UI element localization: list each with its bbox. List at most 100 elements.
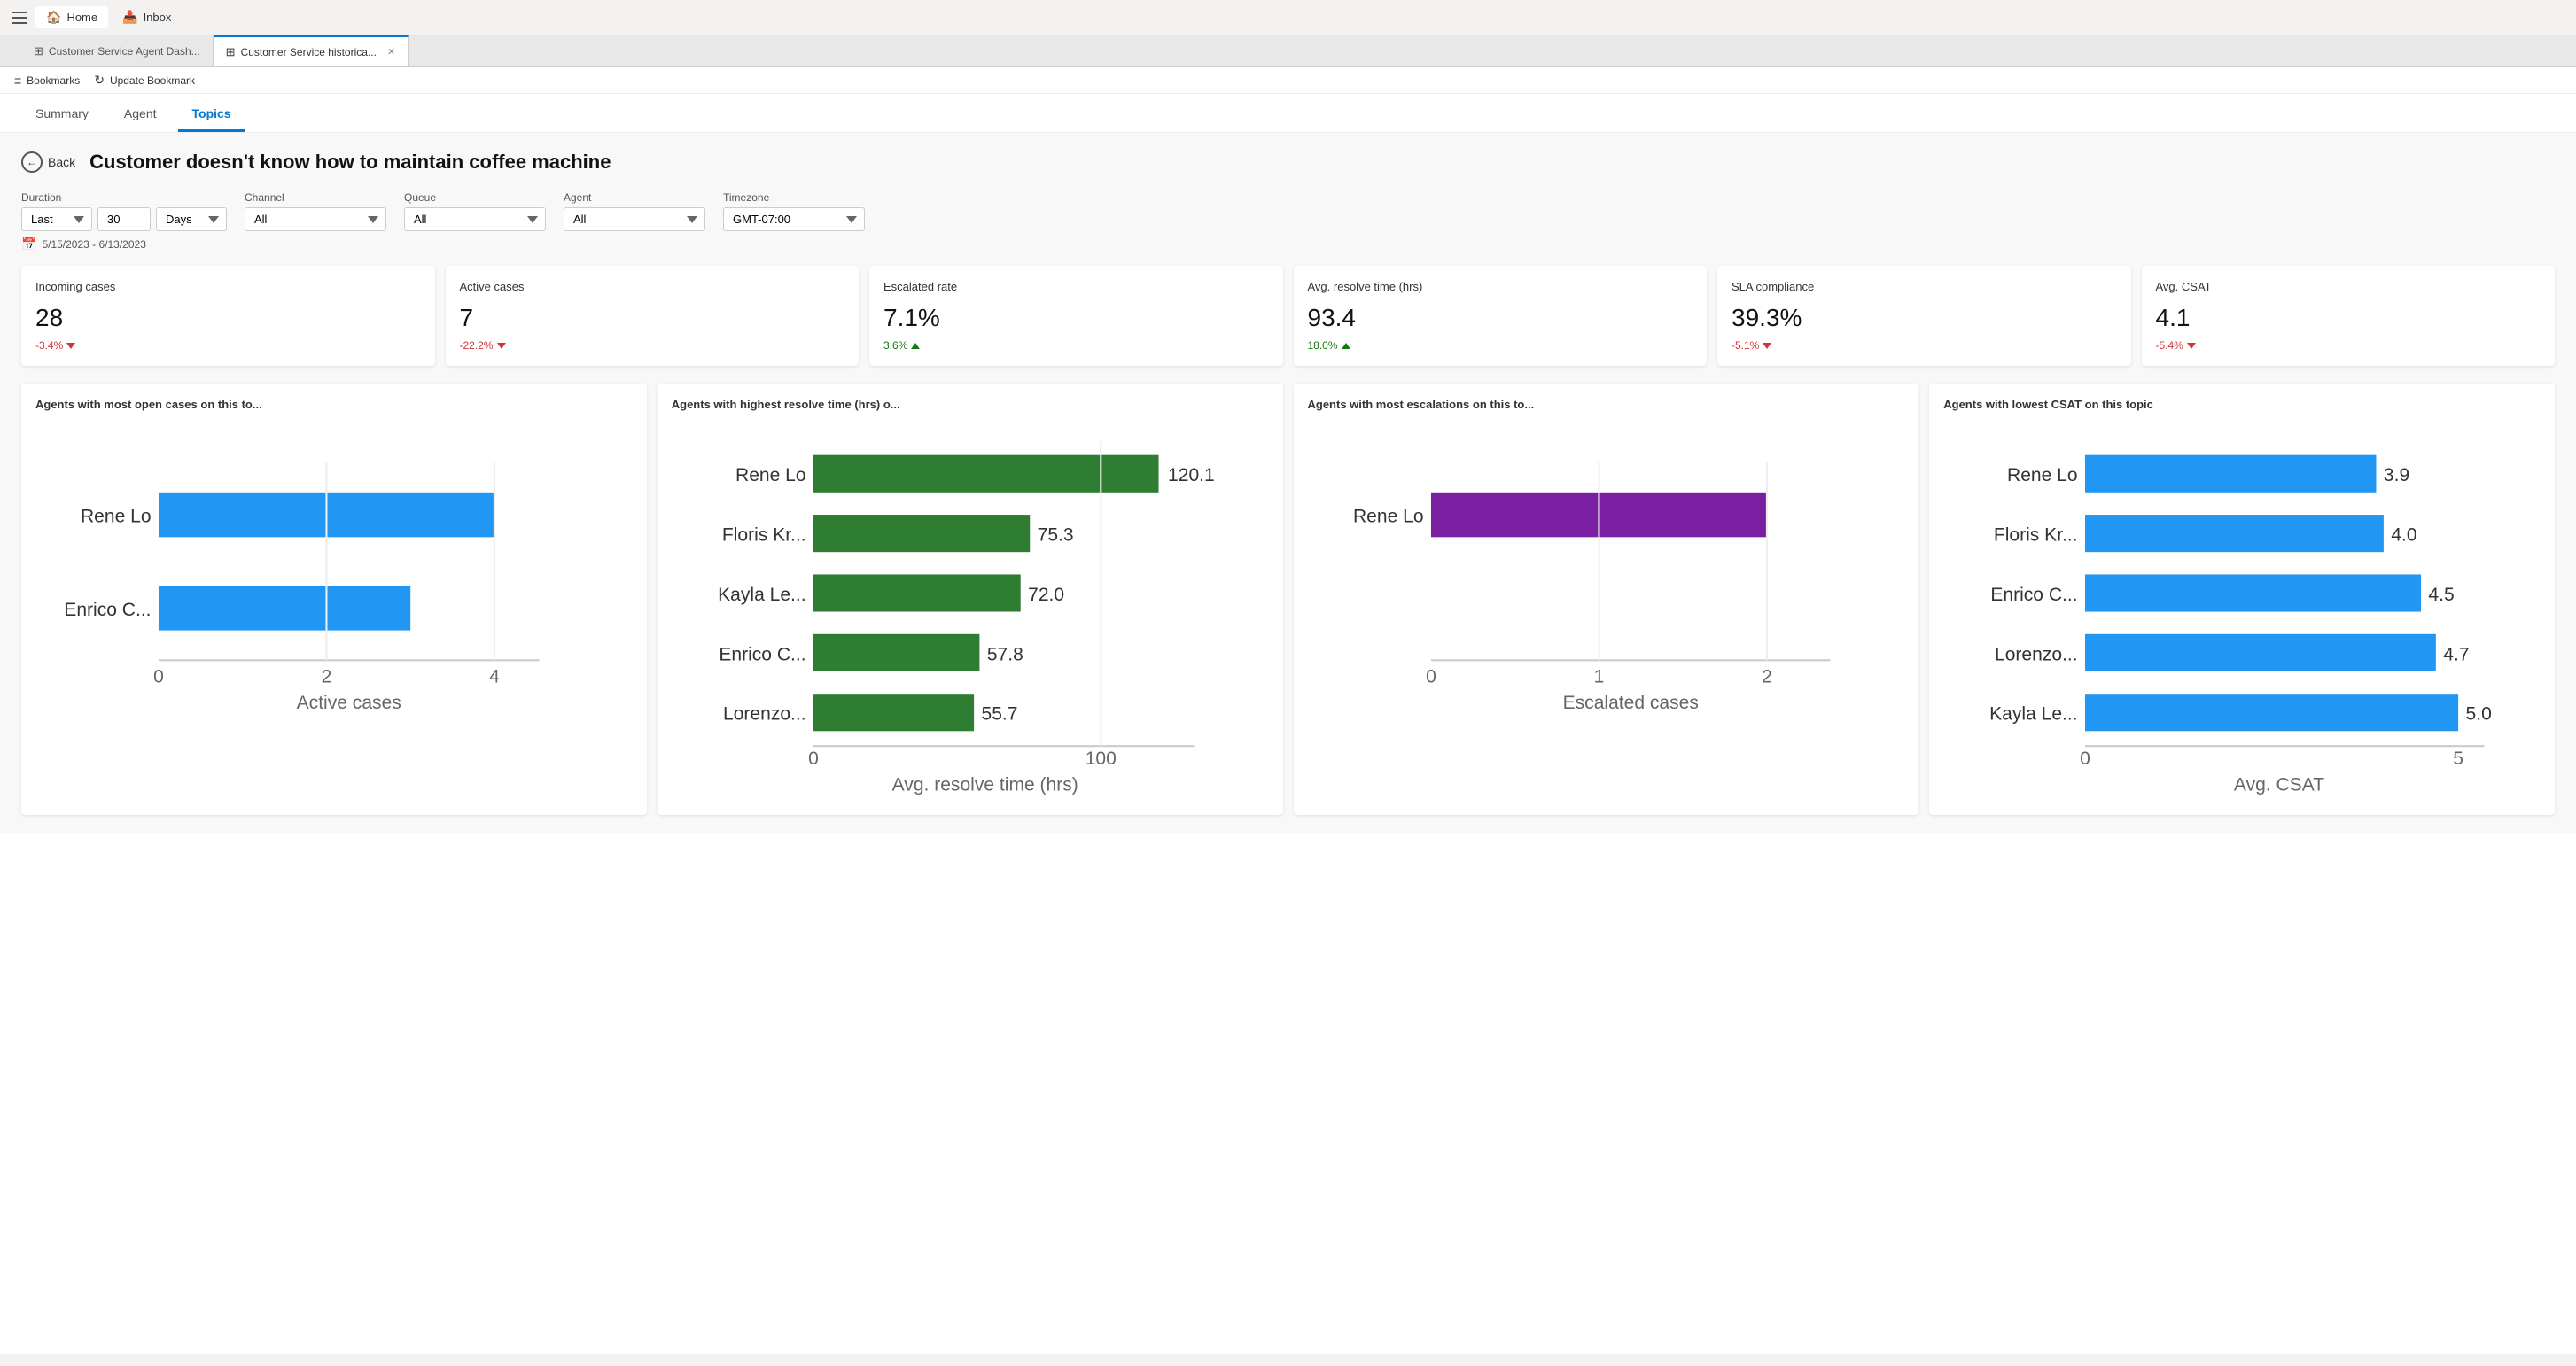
bar-label-3-1: Floris Kr... — [1994, 525, 2078, 546]
hamburger-menu[interactable] — [7, 5, 32, 30]
x-axis-title-1: Avg. resolve time (hrs) — [891, 775, 1078, 796]
tab-agent[interactable]: Agent — [110, 94, 171, 132]
top-nav: 🏠 Home 📥 Inbox — [0, 0, 2576, 35]
metric-title-2: Escalated rate — [883, 280, 1269, 293]
chart-cards: Agents with most open cases on this to..… — [21, 384, 2555, 815]
tab-1-label: Customer Service Agent Dash... — [49, 45, 200, 58]
metric-value-5: 4.1 — [2156, 304, 2541, 332]
agent-select[interactable]: All — [564, 207, 705, 231]
metric-card-2: Escalated rate 7.1% 3.6% — [869, 266, 1283, 366]
queue-label: Queue — [404, 191, 546, 204]
timezone-select[interactable]: GMT-07:00 — [723, 207, 865, 231]
update-bookmark-label: Update Bookmark — [110, 74, 195, 87]
queue-filter: Queue All — [404, 191, 546, 231]
channel-filter: Channel All — [245, 191, 386, 231]
tab-agent-label: Agent — [124, 106, 157, 120]
update-bookmark-button[interactable]: ↻ Update Bookmark — [94, 73, 195, 88]
x-tick-1-0: 0 — [808, 749, 819, 769]
main-content: Summary Agent Topics ← Back Customer doe… — [0, 94, 2576, 1354]
date-range: 📅 5/15/2023 - 6/13/2023 — [21, 237, 2555, 252]
metric-title-1: Active cases — [460, 280, 845, 293]
bar-1-2 — [813, 574, 1021, 611]
content-area: ← Back Customer doesn't know how to main… — [0, 133, 2576, 833]
x-axis-title-3: Avg. CSAT — [2234, 775, 2324, 796]
metric-change-text-4: -5.1% — [1732, 339, 1759, 352]
inbox-icon: 📥 — [122, 10, 137, 25]
x-tick-3-0: 0 — [2080, 749, 2090, 769]
bar-val-1-2: 72.0 — [1028, 585, 1064, 605]
chart-card-2: Agents with most escalations on this to.… — [1294, 384, 1919, 815]
bar-val-0-0: 4 — [504, 506, 515, 526]
metric-card-3: Avg. resolve time (hrs) 93.4 18.0% — [1294, 266, 1708, 366]
x-tick-0-2: 4 — [489, 667, 500, 687]
metric-change-text-1: -22.2% — [460, 339, 494, 352]
metric-value-1: 7 — [460, 304, 845, 332]
chart-svg-3: Rene Lo Floris Kr... Enrico C... Lorenzo… — [1943, 425, 2541, 798]
metric-change-4: -5.1% — [1732, 339, 2117, 352]
tab-topics-label: Topics — [192, 106, 231, 120]
arrow-up-icon-3 — [1342, 343, 1350, 349]
hamburger-line-1 — [12, 12, 27, 13]
agent-filter: Agent All — [564, 191, 705, 231]
tab-2-label: Customer Service historica... — [241, 46, 377, 58]
bar-label-1-0: Rene Lo — [735, 465, 806, 485]
timezone-controls: GMT-07:00 — [723, 207, 865, 231]
x-axis-title-0: Active cases — [297, 693, 401, 713]
tab-topics[interactable]: Topics — [178, 94, 245, 132]
x-tick-0-1: 2 — [322, 667, 332, 687]
back-icon: ← — [21, 151, 43, 173]
bar-label-1-3: Enrico C... — [719, 644, 805, 664]
bar-label-1-1: Floris Kr... — [722, 525, 806, 546]
bar-3-1 — [2085, 515, 2384, 552]
date-range-text: 5/15/2023 - 6/13/2023 — [42, 238, 145, 251]
bar-val-3-3: 4.7 — [2444, 644, 2470, 664]
bar-val-3-1: 4.0 — [2392, 525, 2417, 546]
bookmarks-label: Bookmarks — [27, 74, 80, 87]
chart-title-0: Agents with most open cases on this to..… — [35, 398, 633, 411]
browser-tab-bar: ⊞ Customer Service Agent Dash... ⊞ Custo… — [0, 35, 2576, 67]
bar-1-3 — [813, 634, 979, 671]
chart-title-2: Agents with most escalations on this to.… — [1308, 398, 1905, 411]
arrow-down-icon-1 — [497, 343, 506, 349]
channel-select[interactable]: All — [245, 207, 386, 231]
metric-change-3: 18.0% — [1308, 339, 1693, 352]
x-tick-2-2: 2 — [1762, 667, 1772, 687]
bar-label-3-0: Rene Lo — [2007, 465, 2078, 485]
chart-svg-2: Rene Lo 2 0 1 2 Escalated cases — [1308, 425, 1905, 724]
queue-controls: All — [404, 207, 546, 231]
chart-title-1: Agents with highest resolve time (hrs) o… — [672, 398, 1269, 411]
x-axis-title-2: Escalated cases — [1562, 693, 1698, 713]
chart-svg-0: Rene Lo Enrico C... 4 3 0 2 4 — [35, 425, 633, 724]
metric-cards: Incoming cases 28 -3.4% Active cases 7 -… — [21, 266, 2555, 366]
back-button[interactable]: ← Back — [21, 151, 75, 173]
inbox-tab[interactable]: 📥 Inbox — [112, 6, 182, 28]
bar-1-0 — [813, 455, 1159, 493]
metric-value-2: 7.1% — [883, 304, 1269, 332]
bar-label-0-0: Rene Lo — [81, 506, 152, 526]
hamburger-line-3 — [12, 22, 27, 24]
duration-period-select[interactable]: Last — [21, 207, 92, 231]
bar-3-0 — [2085, 455, 2376, 493]
duration-filter: Duration Last Days — [21, 191, 227, 231]
metric-change-2: 3.6% — [883, 339, 1269, 352]
duration-unit-select[interactable]: Days — [156, 207, 227, 231]
queue-select[interactable]: All — [404, 207, 546, 231]
bar-label-0-1: Enrico C... — [64, 600, 151, 620]
metric-value-0: 28 — [35, 304, 421, 332]
close-tab-2-button[interactable]: ✕ — [387, 46, 395, 58]
metric-change-1: -22.2% — [460, 339, 845, 352]
calendar-icon: 📅 — [21, 237, 36, 252]
bar-val-1-4: 55.7 — [981, 704, 1017, 725]
browser-tab-1[interactable]: ⊞ Customer Service Agent Dash... — [21, 35, 214, 66]
bookmarks-button[interactable]: ≡ Bookmarks — [14, 74, 80, 88]
tab-2-icon: ⊞ — [226, 45, 236, 59]
browser-tab-2[interactable]: ⊞ Customer Service historica... ✕ — [214, 35, 409, 66]
chart-svg-1: Rene Lo Floris Kr... Kayla Le... Enrico … — [672, 425, 1269, 798]
metric-value-4: 39.3% — [1732, 304, 2117, 332]
bar-label-3-3: Lorenzo... — [1995, 644, 2078, 664]
tab-summary[interactable]: Summary — [21, 94, 103, 132]
home-tab[interactable]: 🏠 Home — [35, 6, 108, 28]
arrow-up-icon-2 — [911, 343, 920, 349]
metric-card-0: Incoming cases 28 -3.4% — [21, 266, 435, 366]
duration-value-input[interactable] — [97, 207, 151, 231]
